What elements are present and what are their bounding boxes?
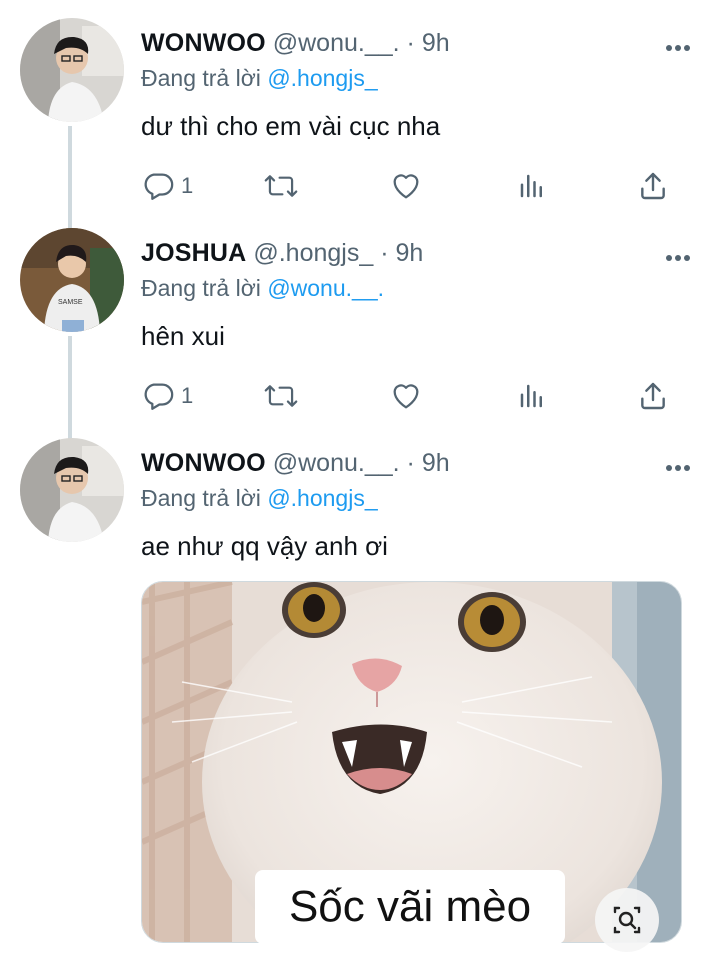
share-button[interactable]	[637, 376, 669, 416]
tweet-text: ae như qq vậy anh ơi	[141, 531, 388, 561]
separator-dot: ·	[380, 239, 389, 267]
display-name[interactable]: JOSHUA	[141, 239, 246, 267]
mention-link[interactable]: @.hongjs_	[267, 485, 377, 511]
retweet-icon	[263, 169, 299, 203]
separator-dot: ·	[406, 29, 415, 57]
timestamp[interactable]: 9h	[422, 449, 450, 477]
mention-link[interactable]: @wonu.__.	[267, 275, 384, 301]
image-search-icon[interactable]	[595, 888, 659, 952]
more-icon[interactable]	[665, 40, 691, 51]
timestamp[interactable]: 9h	[395, 239, 423, 267]
avatar[interactable]: SAMSE	[20, 228, 124, 332]
tweet-actions: 1	[141, 166, 681, 206]
replying-prefix: Đang trả lời	[141, 275, 261, 301]
reply-button[interactable]: 1	[141, 166, 193, 206]
reply-button[interactable]: 1	[141, 376, 193, 416]
display-name[interactable]: WONWOO	[141, 449, 266, 477]
retweet-button[interactable]	[263, 166, 299, 206]
mention-link[interactable]: @.hongjs_	[267, 65, 377, 91]
media-caption: Sốc vãi mèo	[255, 870, 565, 944]
reply-icon	[141, 169, 175, 203]
tweet[interactable]: WONWOO @wonu.__. · 9h Đang trả lời @.hon…	[0, 18, 720, 208]
views-button[interactable]	[517, 376, 547, 416]
replying-to: Đang trả lời @.hongjs_	[141, 483, 378, 513]
svg-text:SAMSE: SAMSE	[58, 299, 83, 306]
tweet-text: hên xui	[141, 321, 225, 351]
avatar[interactable]	[20, 438, 124, 542]
share-icon	[637, 380, 669, 412]
tweet[interactable]: SAMSE JOSHUA @.hongjs_ · 9h Đang trả lời…	[0, 228, 720, 418]
like-button[interactable]	[389, 376, 423, 416]
more-icon[interactable]	[665, 250, 691, 261]
user-handle[interactable]: @.hongjs_	[253, 239, 373, 267]
views-icon	[517, 171, 547, 201]
like-icon	[389, 379, 423, 413]
tweet-header: JOSHUA @.hongjs_ · 9h	[141, 238, 423, 268]
views-icon	[517, 381, 547, 411]
retweet-icon	[263, 379, 299, 413]
user-handle[interactable]: @wonu.__.	[273, 29, 400, 57]
reply-icon	[141, 379, 175, 413]
replying-to: Đang trả lời @.hongjs_	[141, 63, 378, 93]
display-name[interactable]: WONWOO	[141, 29, 266, 57]
timestamp[interactable]: 9h	[422, 29, 450, 57]
user-handle[interactable]: @wonu.__.	[273, 449, 400, 477]
views-button[interactable]	[517, 166, 547, 206]
like-icon	[389, 169, 423, 203]
like-button[interactable]	[389, 166, 423, 206]
tweet-header: WONWOO @wonu.__. · 9h	[141, 28, 450, 58]
share-icon	[637, 170, 669, 202]
avatar[interactable]	[20, 18, 124, 122]
reply-count: 1	[181, 383, 194, 408]
share-button[interactable]	[637, 166, 669, 206]
reply-count: 1	[181, 173, 194, 198]
separator-dot: ·	[406, 449, 415, 477]
replying-prefix: Đang trả lời	[141, 65, 261, 91]
retweet-button[interactable]	[263, 376, 299, 416]
tweet-text: dư thì cho em vài cục nha	[141, 111, 441, 141]
replying-to: Đang trả lời @wonu.__.	[141, 273, 384, 303]
tweet-actions: 1	[141, 376, 681, 416]
replying-prefix: Đang trả lời	[141, 485, 261, 511]
tweet-header: WONWOO @wonu.__. · 9h	[141, 448, 450, 478]
more-icon[interactable]	[665, 460, 691, 471]
